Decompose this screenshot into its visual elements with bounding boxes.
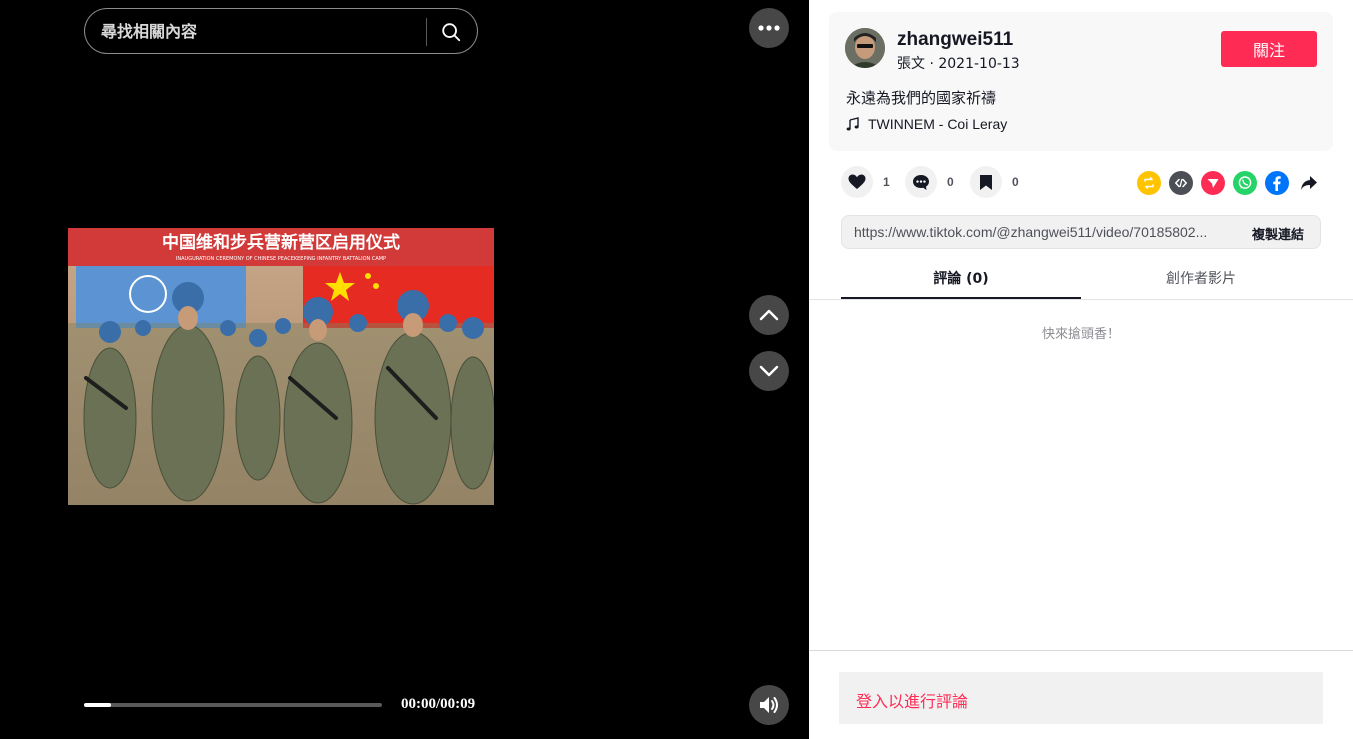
send-to-friends-button[interactable]: [1201, 171, 1225, 195]
bookmark-icon: [980, 174, 992, 190]
comment-button[interactable]: 0: [905, 166, 954, 198]
repost-icon: [1144, 177, 1154, 189]
copy-link-button[interactable]: 複製連結: [1252, 224, 1304, 243]
tabs-divider: [809, 299, 1353, 300]
avatar-image: [845, 28, 885, 68]
like-count: 1: [883, 175, 890, 189]
previous-video-button[interactable]: [749, 295, 789, 335]
author-info-card: zhangwei511 張文 · 2021-10-13 關注 永遠為我們的國家祈…: [829, 12, 1333, 151]
time-display: 00:00/00:09: [401, 696, 476, 712]
more-options-button[interactable]: [749, 8, 789, 48]
banner-subtitle: INAUGURATION CEREMONY OF CHINESE PEACEKE…: [176, 256, 386, 262]
volume-button[interactable]: [749, 685, 789, 725]
video-player[interactable]: 中国维和步兵营新营区启用仪式 INAUGURATION CEREMONY OF …: [0, 0, 809, 739]
embed-icon: [1174, 178, 1188, 188]
search-icon: [442, 23, 461, 42]
video-link-url[interactable]: https://www.tiktok.com/@zhangwei511/vide…: [854, 224, 1229, 240]
chevron-down-icon: [759, 365, 779, 377]
banner-title: 中国维和步兵营新营区启用仪式: [162, 232, 400, 253]
volume-icon: [760, 697, 778, 713]
whatsapp-share-button[interactable]: [1233, 171, 1257, 195]
comment-icon: [913, 174, 929, 190]
video-frame[interactable]: 中国维和步兵营新营区启用仪式 INAUGURATION CEREMONY OF …: [68, 228, 494, 505]
login-to-comment-button[interactable]: 登入以進行評論: [839, 672, 1323, 724]
music-note-icon: [846, 117, 859, 131]
tab-creator-videos[interactable]: 創作者影片: [1081, 261, 1321, 299]
search-bar: [84, 8, 478, 54]
chevron-up-icon: [759, 309, 779, 321]
repost-button[interactable]: [1137, 171, 1161, 195]
music-title: TWINNEM - Coi Leray: [868, 116, 1008, 132]
follow-button[interactable]: 關注: [1221, 31, 1317, 67]
facebook-share-button[interactable]: [1265, 171, 1289, 195]
username[interactable]: zhangwei511: [897, 29, 1013, 51]
author-subline: 張文 · 2021-10-13: [897, 56, 1020, 72]
search-button[interactable]: [435, 16, 467, 48]
like-circle: [841, 166, 873, 198]
like-button[interactable]: 1: [841, 166, 890, 198]
search-divider: [426, 18, 427, 46]
search-input[interactable]: [101, 9, 421, 53]
more-share-button[interactable]: [1297, 171, 1321, 195]
china-flag: [303, 266, 494, 328]
save-circle: [970, 166, 1002, 198]
share-arrow-icon: [1301, 176, 1317, 190]
bottom-divider: [809, 650, 1353, 651]
progress-bar[interactable]: [84, 703, 382, 707]
login-to-comment-label: 登入以進行評論: [856, 692, 969, 711]
video-thumbnail: 中国维和步兵营新营区启用仪式 INAUGURATION CEREMONY OF …: [68, 228, 494, 505]
facebook-icon: [1273, 176, 1281, 191]
music-link[interactable]: TWINNEM - Coi Leray: [846, 116, 1007, 132]
comment-circle: [905, 166, 937, 198]
video-caption: 永遠為我們的國家祈禱: [846, 89, 997, 107]
avatar[interactable]: [845, 28, 885, 68]
save-button[interactable]: 0: [970, 166, 1019, 198]
heart-icon: [848, 174, 866, 189]
empty-comments-message: 快來搶頭香！: [1041, 327, 1120, 342]
send-icon: [1207, 179, 1219, 188]
tab-comments[interactable]: 評論 (0): [841, 261, 1081, 299]
more-dots-icon: [758, 25, 780, 31]
embed-button[interactable]: [1169, 171, 1193, 195]
progress-fill: [84, 703, 111, 707]
next-video-button[interactable]: [749, 351, 789, 391]
video-link-box: https://www.tiktok.com/@zhangwei511/vide…: [841, 215, 1321, 249]
comment-count: 0: [947, 175, 954, 189]
un-flag: [76, 266, 246, 328]
save-count: 0: [1012, 175, 1019, 189]
whatsapp-icon: [1238, 176, 1252, 189]
